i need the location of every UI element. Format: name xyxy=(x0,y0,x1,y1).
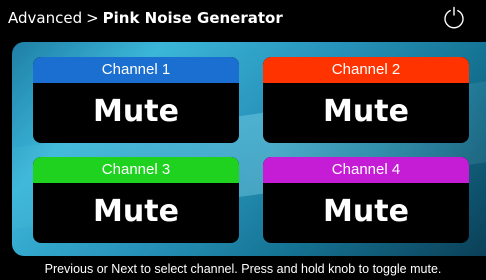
channel-1-tile[interactable]: Channel 1 Mute xyxy=(33,57,239,143)
channel-4-state: Mute xyxy=(323,194,409,229)
channel-2-label: Channel 2 xyxy=(263,57,469,83)
channel-3-label: Channel 3 xyxy=(33,157,239,183)
channel-1-state: Mute xyxy=(93,94,179,129)
channel-2-tile[interactable]: Channel 2 Mute xyxy=(263,57,469,143)
channel-2-state: Mute xyxy=(323,94,409,129)
screen: Advanced > Pink Noise Generator Channel 1 … xyxy=(0,0,486,280)
channel-1-label: Channel 1 xyxy=(33,57,239,83)
breadcrumb-separator: > xyxy=(86,9,99,27)
instruction-text: Previous or Next to select channel. Pres… xyxy=(0,258,486,280)
channel-3-state: Mute xyxy=(93,194,179,229)
page-title: Pink Noise Generator xyxy=(102,9,283,27)
channel-3-tile[interactable]: Channel 3 Mute xyxy=(33,157,239,243)
breadcrumb-parent[interactable]: Advanced xyxy=(8,9,82,27)
power-icon[interactable] xyxy=(442,6,466,30)
header-bar: Advanced > Pink Noise Generator xyxy=(0,0,486,36)
channel-4-label: Channel 4 xyxy=(263,157,469,183)
channel-4-tile[interactable]: Channel 4 Mute xyxy=(263,157,469,243)
